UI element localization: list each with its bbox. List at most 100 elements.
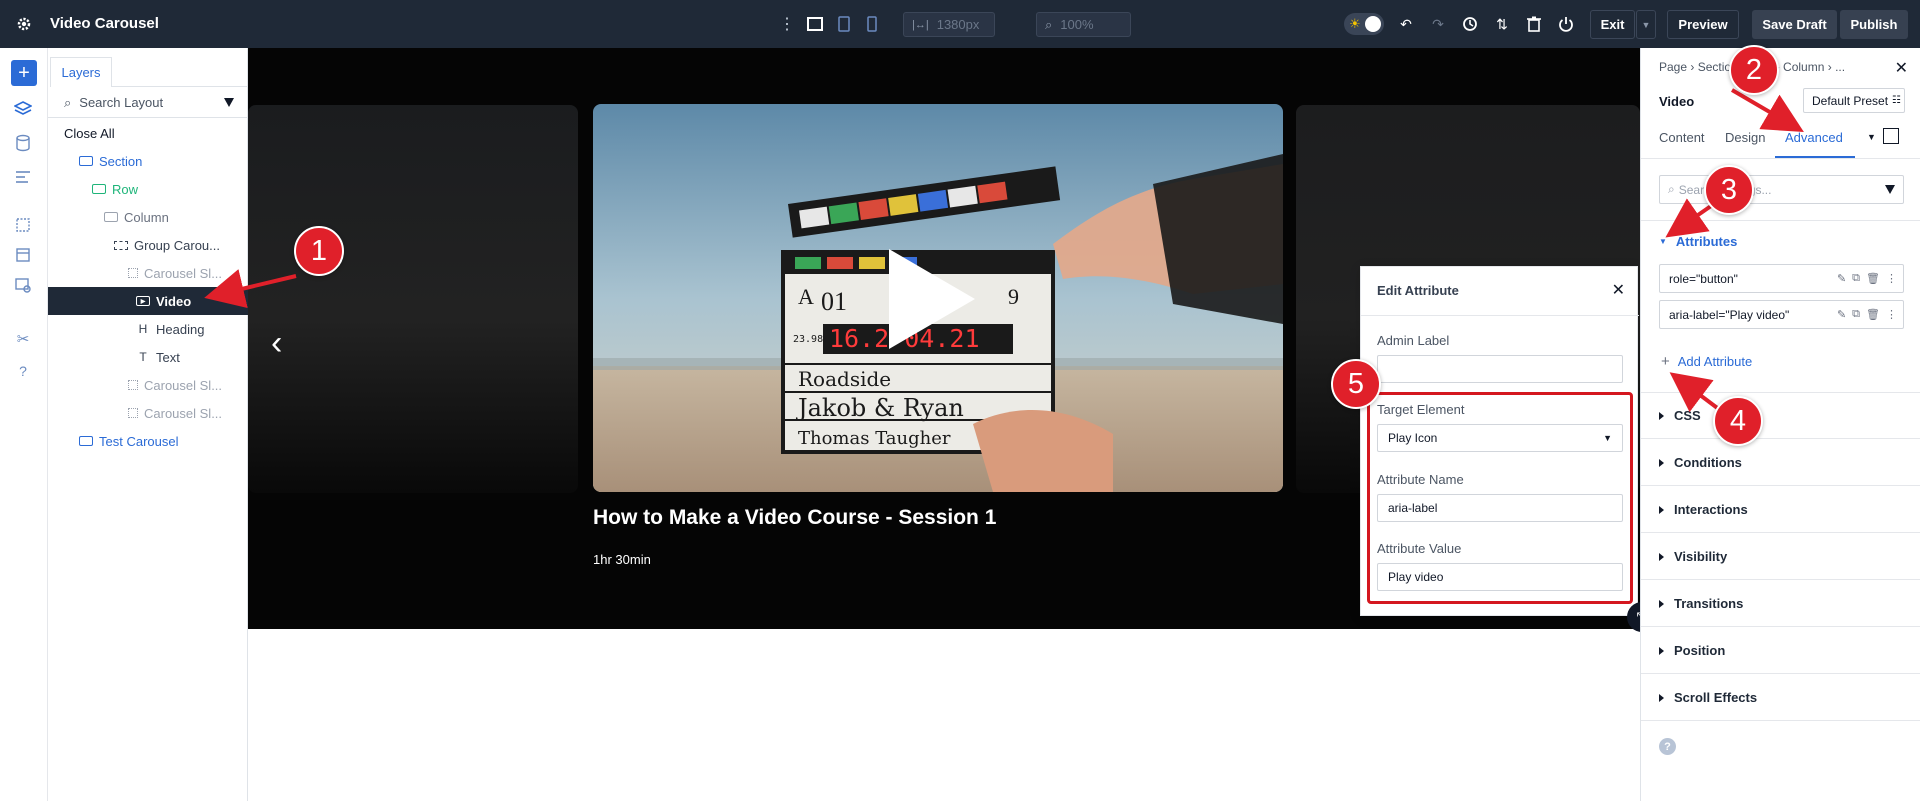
video-player[interactable]: A 01 9 23.98 16.2 04.21 Roadside Jakob &… [593, 104, 1283, 492]
prev-slide-preview[interactable] [248, 105, 578, 493]
save-draft-button[interactable]: Save Draft [1752, 10, 1837, 39]
section-label: Interactions [1674, 502, 1748, 517]
callout-3: 3 [1704, 165, 1754, 215]
layer-column[interactable]: Column [48, 203, 248, 231]
layer-label: Carousel Sl... [144, 265, 223, 281]
carousel-prev-arrow-icon[interactable]: ‹ [271, 324, 282, 363]
copy-icon[interactable]: ⧉ [1852, 272, 1860, 285]
section-css[interactable]: CSS [1641, 393, 1920, 439]
caret-right-icon [1659, 646, 1664, 655]
drag-handle-icon[interactable]: ⋮ [779, 14, 795, 34]
attributes-section-header[interactable]: ▼ Attributes [1659, 234, 1737, 249]
close-icon[interactable]: ✕ [1612, 280, 1625, 300]
undo-icon[interactable]: ↶ [1396, 14, 1416, 34]
publish-button[interactable]: Publish [1840, 10, 1908, 39]
sort-arrows-icon[interactable]: ⇅ [1492, 14, 1512, 34]
divider [1361, 315, 1639, 316]
close-all-label: Close All [64, 125, 115, 141]
trash-icon[interactable] [1524, 14, 1544, 34]
zoom-field[interactable]: ⌕ 100% [1036, 12, 1131, 37]
layout-icon[interactable] [12, 166, 34, 188]
tab-advanced[interactable]: Advanced [1785, 130, 1843, 145]
attribute-actions: ✎ ⧉ 🗑 ⋮ [1837, 308, 1897, 321]
help-icon[interactable]: ? [1659, 738, 1676, 755]
play-icon[interactable] [889, 249, 975, 349]
filter-icon[interactable] [224, 98, 234, 107]
highlight-box [1367, 392, 1633, 604]
add-icon[interactable]: + [11, 60, 37, 86]
layer-label: Column [124, 209, 169, 225]
layer-group-carousel[interactable]: Group Carou... [48, 231, 248, 259]
close-panel-icon[interactable]: ✕ [1895, 58, 1908, 78]
tablet-view-icon[interactable] [834, 14, 854, 34]
tabs-dropdown-icon[interactable]: ▼ [1867, 132, 1876, 142]
database-icon[interactable] [12, 132, 34, 154]
template-icon[interactable] [12, 244, 34, 266]
history-icon[interactable] [1460, 14, 1480, 34]
tab-design[interactable]: Design [1725, 130, 1765, 145]
clapper-line-2: Jakob & Ryan [795, 394, 964, 422]
theme-toggle[interactable]: ☀ [1344, 13, 1384, 35]
redo-icon[interactable]: ↷ [1428, 14, 1448, 34]
responsive-toggle-icon[interactable] [1883, 128, 1899, 144]
layer-carousel-slide[interactable]: Carousel Sl... [48, 259, 248, 287]
slide-icon [128, 268, 138, 278]
section-interactions[interactable]: Interactions [1641, 487, 1920, 533]
page-title: Video Carousel [50, 15, 159, 32]
help-icon[interactable]: ? [12, 360, 34, 382]
layers-tab[interactable]: Layers [50, 57, 112, 87]
edit-icon[interactable]: ✎ [1837, 308, 1846, 321]
page-builder-icon[interactable] [12, 214, 34, 236]
exit-button[interactable]: Exit [1590, 10, 1635, 39]
more-icon[interactable]: ⋮ [1886, 272, 1897, 285]
section-scroll-effects[interactable]: Scroll Effects [1641, 675, 1920, 721]
section-transitions[interactable]: Transitions [1641, 581, 1920, 627]
attribute-row[interactable]: aria-label="Play video" ✎ ⧉ 🗑 ⋮ [1659, 300, 1904, 329]
layer-carousel-slide[interactable]: Carousel Sl... [48, 371, 248, 399]
layer-section[interactable]: Section [48, 147, 248, 175]
tools-icon[interactable]: ✂ [12, 328, 34, 350]
desktop-view-icon[interactable] [805, 14, 825, 34]
more-icon[interactable]: ⋮ [1886, 308, 1897, 321]
filter-icon[interactable] [1885, 185, 1895, 194]
callout-1: 1 [294, 226, 344, 276]
layer-label: Carousel Sl... [144, 377, 223, 393]
tab-content[interactable]: Content [1659, 130, 1705, 145]
zoom-value: 100% [1060, 17, 1094, 32]
layer-carousel-slide[interactable]: Carousel Sl... [48, 399, 248, 427]
layer-video-selected[interactable]: ▶ Video [48, 287, 248, 315]
exit-dropdown-button[interactable]: ▼ [1636, 10, 1656, 39]
section-position[interactable]: Position [1641, 628, 1920, 674]
delete-icon[interactable]: 🗑 [1866, 308, 1880, 321]
settings-gear-icon[interactable] [14, 14, 34, 34]
layers-icon[interactable] [12, 98, 34, 120]
layer-heading[interactable]: H Heading [48, 315, 248, 343]
phone-view-icon[interactable] [862, 14, 882, 34]
section-visibility[interactable]: Visibility [1641, 534, 1920, 580]
section-conditions[interactable]: Conditions [1641, 440, 1920, 486]
layers-panel: Layers ⌕ Search Layout Close All Section… [48, 48, 248, 801]
power-icon[interactable] [1556, 14, 1576, 34]
width-field[interactable]: |↔| 1380px [903, 12, 995, 37]
theme-builder-icon[interactable] [12, 274, 34, 296]
close-all-button[interactable]: Close All [48, 119, 248, 147]
layer-search-input[interactable]: Search Layout [79, 95, 224, 110]
layer-row[interactable]: Row [48, 175, 248, 203]
slide-icon [128, 380, 138, 390]
layer-text[interactable]: T Text [48, 343, 248, 371]
layer-test-carousel[interactable]: Test Carousel [48, 427, 248, 455]
callout-4: 4 [1713, 396, 1763, 446]
layer-search[interactable]: ⌕ Search Layout [48, 88, 248, 118]
preview-button[interactable]: Preview [1667, 10, 1739, 39]
delete-icon[interactable]: 🗑 [1866, 272, 1880, 285]
copy-icon[interactable]: ⧉ [1852, 308, 1860, 321]
row-icon [92, 184, 106, 194]
attribute-row[interactable]: role="button" ✎ ⧉ 🗑 ⋮ [1659, 264, 1904, 293]
width-value: 1380px [936, 17, 980, 32]
callout-2: 2 [1729, 45, 1779, 95]
edit-icon[interactable]: ✎ [1837, 272, 1846, 285]
settings-search[interactable]: ⌕ Search settings... [1659, 175, 1904, 204]
admin-label-input[interactable] [1377, 355, 1623, 383]
preset-button[interactable]: Default Preset ☷ [1803, 88, 1905, 113]
add-attribute-button[interactable]: + Add Attribute [1661, 353, 1752, 370]
